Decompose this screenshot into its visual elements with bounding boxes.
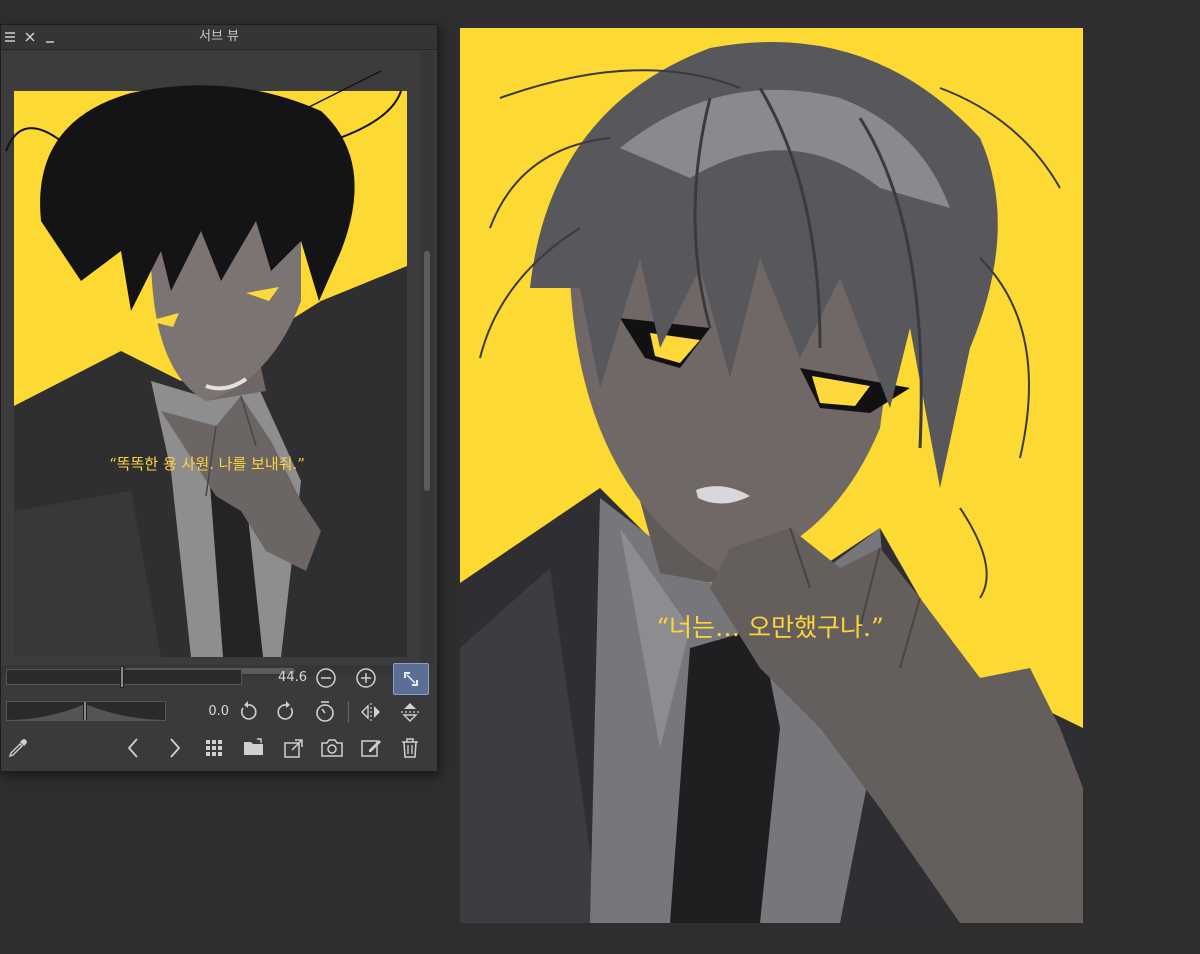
previous-image-icon[interactable] bbox=[121, 735, 147, 761]
rotation-readout: 0.0 bbox=[208, 704, 229, 719]
panel-titlebar[interactable]: 서브 뷰 bbox=[1, 25, 437, 50]
preview-caption: “똑똑한 용 사원. 나를 보내줘.” bbox=[109, 455, 305, 473]
canvas-artwork: “너는… 오만했구나.” bbox=[460, 28, 1083, 923]
zoom-slider-handle[interactable] bbox=[120, 666, 124, 688]
subview-viewport[interactable]: “똑똑한 용 사원. 나를 보내줘.” bbox=[1, 51, 419, 665]
vertical-scrollbar[interactable] bbox=[421, 51, 433, 665]
flip-vertical-icon[interactable] bbox=[397, 699, 423, 725]
zoom-slider[interactable] bbox=[6, 666, 242, 688]
vertical-scroll-thumb[interactable] bbox=[424, 251, 430, 491]
rotation-slider-handle[interactable] bbox=[83, 702, 87, 720]
edit-icon[interactable] bbox=[358, 735, 384, 761]
eyedropper-icon[interactable] bbox=[5, 735, 31, 761]
flip-horizontal-icon[interactable] bbox=[358, 699, 384, 725]
canvas-caption: “너는… 오만했구나.” bbox=[656, 613, 883, 642]
open-folder-icon[interactable] bbox=[241, 735, 267, 761]
next-image-icon[interactable] bbox=[161, 735, 187, 761]
rotation-row: 0.0 bbox=[1, 697, 437, 727]
thumbnail-grid-icon[interactable] bbox=[201, 735, 227, 761]
zoom-row: 44.6 bbox=[1, 663, 437, 695]
zoom-in-icon[interactable] bbox=[353, 665, 379, 691]
camera-icon[interactable] bbox=[319, 735, 345, 761]
panel-title: 서브 뷰 bbox=[198, 29, 239, 44]
rotate-left-icon[interactable] bbox=[235, 699, 261, 725]
fit-view-icon[interactable] bbox=[393, 663, 429, 695]
delete-icon[interactable] bbox=[397, 735, 423, 761]
sub-view-panel: 서브 뷰 “똑똑한 용 사원. 나를 보내줘.” 44.6 0.0 bbox=[0, 24, 438, 772]
zoom-out-icon[interactable] bbox=[313, 665, 339, 691]
import-icon[interactable] bbox=[281, 735, 307, 761]
main-canvas[interactable]: “너는… 오만했구나.” bbox=[460, 28, 1083, 923]
rotation-slider[interactable] bbox=[6, 701, 166, 721]
reset-rotation-icon[interactable] bbox=[312, 699, 338, 725]
toolbar-separator bbox=[348, 701, 349, 723]
bottom-toolbar bbox=[1, 733, 437, 763]
reference-image: “똑똑한 용 사원. 나를 보내줘.” bbox=[5, 70, 407, 657]
zoom-readout: 44.6 bbox=[278, 670, 307, 685]
rotate-right-icon[interactable] bbox=[273, 699, 299, 725]
